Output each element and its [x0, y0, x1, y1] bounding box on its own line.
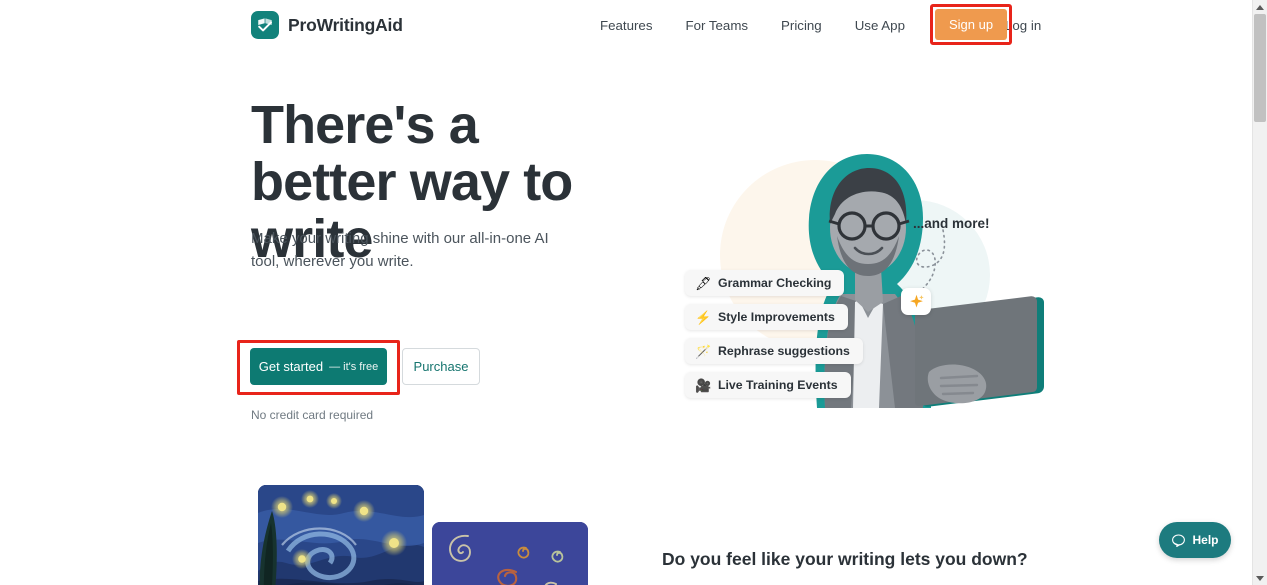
get-started-button[interactable]: Get started — it's free [250, 348, 387, 385]
get-started-label: Get started [258, 359, 324, 374]
help-widget-button[interactable]: Help [1159, 522, 1231, 558]
nav-item-pricing[interactable]: Pricing [781, 12, 822, 39]
starry-night-card [258, 485, 424, 585]
feature-pill-live-training-events: 🎥 Live Training Events [685, 372, 851, 398]
signup-button[interactable]: Sign up [935, 9, 1007, 40]
feature-pill-style-improvements: ⚡ Style Improvements [685, 304, 848, 330]
book-check-icon [251, 11, 279, 39]
hero-illustration: ...and more! 🖋 Grammar Checking ⚡ Style … [665, 108, 1044, 408]
hero-section: There's a better way to write Make your … [0, 50, 1252, 470]
signup-highlight-box: Sign up [930, 4, 1012, 45]
page-scrollbar[interactable] [1252, 0, 1267, 585]
sparkle-badge [901, 288, 931, 315]
lightning-icon: ⚡ [695, 309, 712, 325]
get-started-sublabel: — it's free [329, 360, 379, 373]
brand-name: ProWritingAid [288, 14, 403, 35]
scrollbar-thumb[interactable] [1254, 14, 1266, 122]
no-credit-card-note: No credit card required [251, 408, 374, 422]
doodle-card [432, 522, 588, 585]
pen-icon: 🖋 [695, 275, 712, 291]
purchase-button[interactable]: Purchase [402, 348, 480, 385]
magic-wand-icon: 🪄 [695, 343, 712, 359]
page-viewport: ProWritingAid Features For Teams Pricing… [0, 0, 1252, 585]
chat-bubble-icon [1172, 533, 1186, 547]
hero-subtitle: Make your writing shine with our all-in-… [251, 230, 549, 270]
scroll-up-arrow-icon[interactable] [1253, 0, 1267, 14]
nav-item-features[interactable]: Features [600, 12, 652, 39]
feature-pill-label: Style Improvements [718, 310, 835, 324]
site-header: ProWritingAid Features For Teams Pricing… [0, 0, 1252, 50]
feature-pill-list: 🖋 Grammar Checking ⚡ Style Improvements … [685, 270, 863, 398]
feature-pill-label: Grammar Checking [718, 276, 832, 290]
hand-image [927, 364, 987, 404]
browser-page: ProWritingAid Features For Teams Pricing… [0, 0, 1267, 585]
feature-pill-grammar-checking: 🖋 Grammar Checking [685, 270, 845, 296]
feature-pill-label: Live Training Events [718, 378, 838, 392]
section-question-heading: Do you feel like your writing lets you d… [662, 549, 1028, 569]
nav-item-for-teams[interactable]: For Teams [685, 12, 748, 39]
brand-logo[interactable]: ProWritingAid [251, 11, 403, 39]
lower-section: Do you feel like your writing lets you d… [0, 470, 1252, 585]
and-more-annotation: ...and more! [913, 216, 990, 231]
feature-pill-rephrase-suggestions: 🪄 Rephrase suggestions [685, 338, 863, 364]
help-widget-label: Help [1192, 533, 1219, 547]
sparkle-icon [909, 294, 924, 308]
scroll-down-arrow-icon[interactable] [1253, 571, 1267, 585]
nav-item-use-app[interactable]: Use App [855, 12, 905, 39]
movie-camera-icon: 🎥 [695, 377, 712, 393]
feature-pill-label: Rephrase suggestions [718, 344, 850, 358]
